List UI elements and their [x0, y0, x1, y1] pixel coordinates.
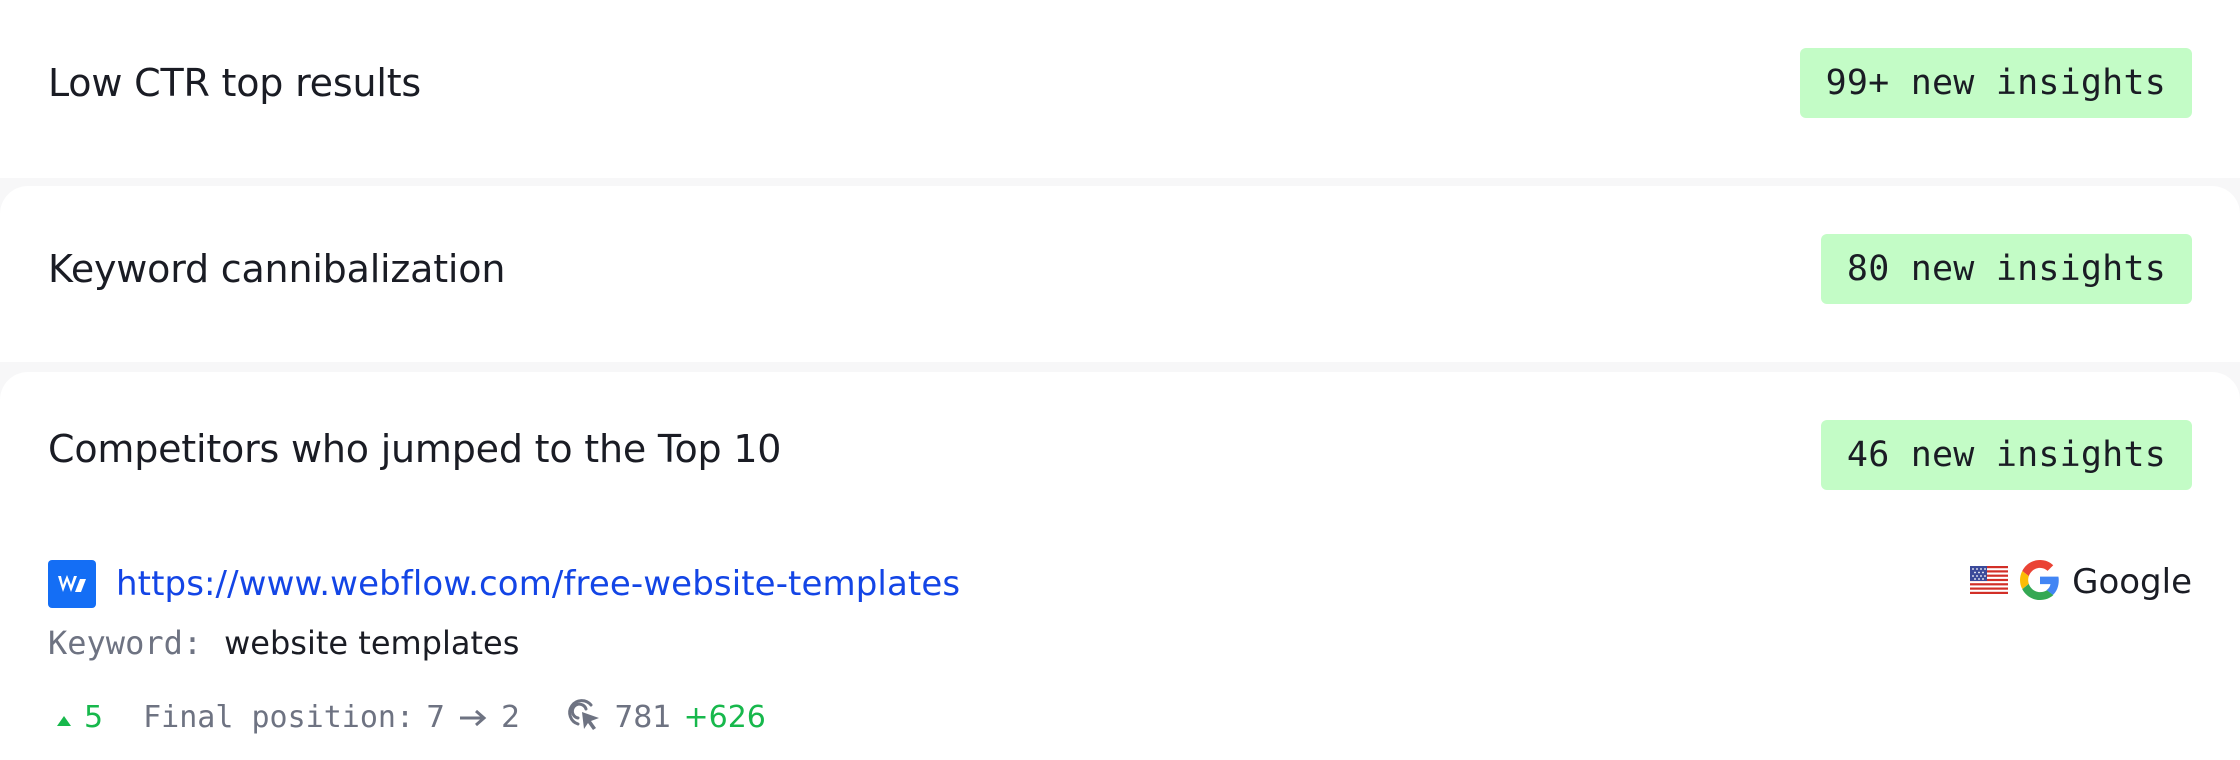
arrow-right-icon — [459, 700, 487, 735]
insight-card-low-ctr[interactable]: Low CTR top results 99+ new insights — [0, 0, 2240, 178]
search-engine-name: Google — [2072, 562, 2192, 602]
stats-row: 5 Final position: 7 2 781 +626 — [56, 694, 766, 740]
insight-url-row: https://www.webflow.com/free-website-tem… — [48, 560, 960, 608]
google-logo-icon — [2020, 560, 2060, 604]
keyword-row: Keyword: website templates — [48, 624, 519, 662]
competitor-url-link[interactable]: https://www.webflow.com/free-website-tem… — [116, 564, 960, 604]
us-flag-icon — [1970, 566, 2009, 598]
position-to: 2 — [501, 699, 521, 735]
insights-badge: 99+ new insights — [1799, 48, 2192, 118]
insights-badge: 46 new insights — [1820, 420, 2192, 490]
card-title: Keyword cannibalization — [48, 247, 506, 291]
card-title: Competitors who jumped to the Top 10 — [48, 427, 782, 471]
final-position: 7 2 — [426, 700, 520, 735]
final-position-label: Final position: — [143, 699, 415, 735]
search-engine-indicator: Google — [1970, 560, 2192, 604]
clicks-stat: 781 +626 — [564, 694, 766, 740]
keyword-value: website templates — [224, 624, 520, 662]
clicks-delta: +626 — [683, 699, 766, 735]
card-title: Low CTR top results — [48, 61, 421, 105]
insight-card-competitors[interactable]: Competitors who jumped to the Top 10 46 … — [0, 372, 2240, 760]
position-change: 5 — [56, 700, 103, 735]
cursor-click-icon — [564, 694, 602, 740]
webflow-logo-icon — [48, 560, 96, 608]
keyword-label: Keyword: — [48, 624, 203, 662]
position-change-value: 5 — [84, 699, 104, 735]
clicks-value: 781 — [614, 699, 672, 735]
position-from: 7 — [426, 699, 446, 735]
insight-card-cannibalization[interactable]: Keyword cannibalization 80 new insights — [0, 186, 2240, 362]
caret-up-icon — [56, 700, 72, 735]
insights-badge: 80 new insights — [1820, 234, 2192, 304]
